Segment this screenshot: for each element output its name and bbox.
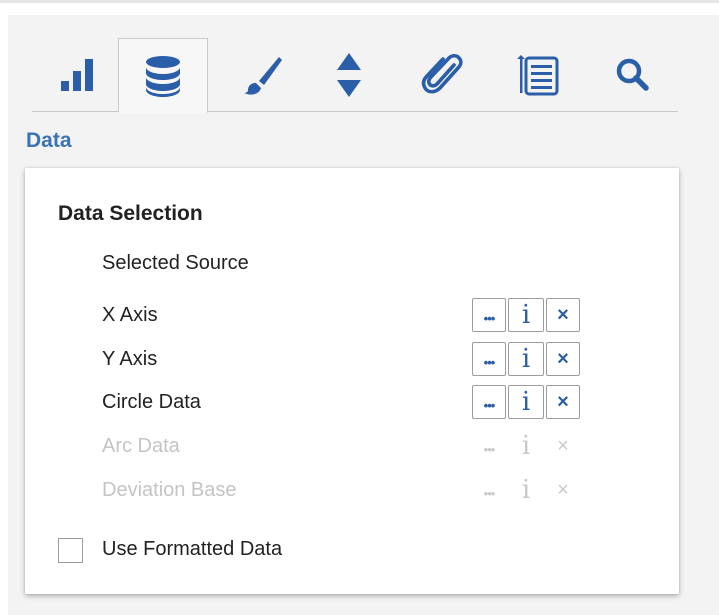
selected-source-label: Selected Source: [102, 252, 249, 274]
data-selection-card: Data Selection Selected Source X Axis ••…: [25, 168, 679, 594]
ellipsis-icon: •••: [483, 354, 496, 370]
close-icon: ×: [557, 348, 569, 370]
close-icon: ×: [557, 435, 569, 457]
row-buttons: ••• i ×: [472, 473, 580, 509]
section-title: Data: [26, 129, 72, 152]
clear-button[interactable]: ×: [546, 385, 580, 419]
row-label: Arc Data: [102, 435, 180, 457]
bar-chart-icon: [61, 59, 93, 91]
more-button: •••: [472, 473, 506, 507]
info-icon: i: [521, 431, 531, 461]
info-button[interactable]: i: [508, 298, 544, 332]
info-icon: i: [521, 300, 531, 330]
close-icon: ×: [557, 304, 569, 326]
tab-attachments[interactable]: [398, 38, 488, 112]
sort-arrows-icon: [337, 53, 361, 97]
more-button: •••: [472, 429, 506, 463]
ellipsis-icon: •••: [483, 397, 496, 413]
info-icon: i: [521, 344, 531, 374]
info-button: i: [508, 429, 544, 463]
tab-style[interactable]: [218, 38, 308, 112]
ellipsis-icon: •••: [483, 441, 496, 457]
tab-bar: [32, 38, 678, 113]
top-border: [0, 0, 719, 3]
clear-button[interactable]: ×: [546, 298, 580, 332]
use-formatted-data-checkbox[interactable]: [58, 538, 83, 563]
more-button[interactable]: •••: [472, 342, 506, 376]
more-button[interactable]: •••: [472, 298, 506, 332]
row-buttons: ••• i ×: [472, 429, 580, 465]
row-circle-data: Circle Data ••• i ×: [102, 385, 622, 421]
row-label: Circle Data: [102, 391, 201, 413]
tab-data[interactable]: [118, 38, 208, 113]
clear-button: ×: [546, 473, 580, 507]
close-icon: ×: [557, 391, 569, 413]
brush-icon: [244, 57, 282, 95]
info-button[interactable]: i: [508, 342, 544, 376]
ellipsis-icon: •••: [483, 485, 496, 501]
database-icon: [146, 55, 180, 97]
list-icon: [517, 55, 559, 96]
search-icon: [616, 58, 649, 91]
row-buttons: ••• i ×: [472, 342, 580, 378]
row-label: X Axis: [102, 304, 158, 326]
tab-chart[interactable]: [32, 38, 122, 112]
row-label: Deviation Base: [102, 479, 237, 501]
row-arc-data: Arc Data ••• i ×: [102, 429, 622, 465]
info-button[interactable]: i: [508, 385, 544, 419]
info-icon: i: [521, 475, 531, 505]
row-x-axis: X Axis ••• i ×: [102, 298, 622, 334]
row-buttons: ••• i ×: [472, 298, 580, 334]
row-y-axis: Y Axis ••• i ×: [102, 342, 622, 378]
row-buttons: ••• i ×: [472, 385, 580, 421]
paperclip-icon: [421, 53, 463, 94]
info-icon: i: [521, 387, 531, 417]
row-label: Y Axis: [102, 348, 158, 370]
card-title: Data Selection: [58, 202, 203, 225]
use-formatted-data-label[interactable]: Use Formatted Data: [102, 538, 282, 561]
clear-button: ×: [546, 429, 580, 463]
tab-sort[interactable]: [304, 38, 394, 112]
tab-list[interactable]: [492, 38, 582, 112]
row-deviation-base: Deviation Base ••• i ×: [102, 473, 622, 509]
info-button: i: [508, 473, 544, 507]
tab-search[interactable]: [588, 38, 678, 112]
close-icon: ×: [557, 479, 569, 501]
more-button[interactable]: •••: [472, 385, 506, 419]
ellipsis-icon: •••: [483, 310, 496, 326]
use-formatted-data-option[interactable]: Use Formatted Data: [58, 536, 458, 568]
clear-button[interactable]: ×: [546, 342, 580, 376]
